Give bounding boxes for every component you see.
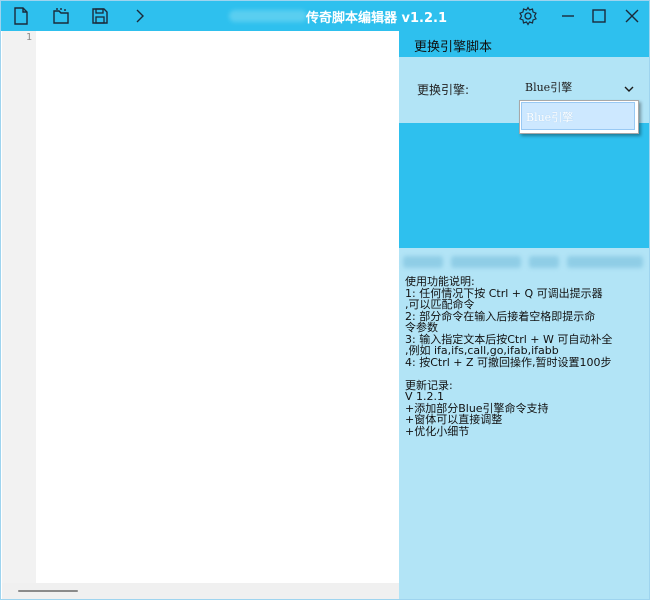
- info-line: 使用功能说明:: [405, 275, 475, 288]
- info-line: ,例如 ifa,ifs,call,go,ifab,ifabb: [405, 344, 559, 357]
- scrollbar-thumb[interactable]: [18, 590, 78, 592]
- engine-label: 更换引擎:: [417, 83, 470, 97]
- usage-instructions: 使用功能说明: 1: 任何情况下按 Ctrl + Q 可调出提示器 ,可以匹配命…: [405, 276, 645, 437]
- settings-gear-icon[interactable]: [515, 4, 541, 28]
- blurred-text: [403, 256, 443, 268]
- engine-option-label: Blue引擎: [526, 111, 574, 124]
- open-folder-icon[interactable]: [51, 6, 71, 26]
- panel-title: 更换引擎脚本: [414, 40, 493, 55]
- chevron-right-icon[interactable]: [130, 6, 150, 26]
- engine-select[interactable]: Blue引擎: [519, 75, 639, 97]
- title-bar: 传奇脚本编辑器 v1.2.1: [1, 1, 649, 31]
- panel-blue-band: [399, 123, 649, 248]
- line-number: 1: [25, 32, 32, 43]
- info-line: V 1.2.1: [405, 390, 445, 403]
- info-line: +窗体可以直接调整: [405, 413, 503, 426]
- app-title: 传奇脚本编辑器 v1.2.1: [306, 11, 448, 26]
- engine-dropdown-list: Blue引擎: [519, 100, 639, 134]
- info-line: +优化小细节: [405, 424, 470, 438]
- info-line: 2: 部分命令在输入后接着空格即提示命: [405, 309, 596, 323]
- info-line: 4: 按Ctrl + Z 可撤回操作,暂时设置100步: [405, 355, 612, 369]
- info-line: 令参数: [405, 321, 438, 334]
- engine-option[interactable]: Blue引擎: [521, 102, 635, 130]
- blurred-text: [529, 256, 559, 268]
- engine-select-value: Blue引擎: [525, 81, 573, 94]
- blurred-text: [451, 256, 521, 268]
- code-editor[interactable]: 1: [2, 31, 399, 583]
- horizontal-scrollbar[interactable]: [2, 583, 399, 599]
- close-icon[interactable]: [619, 4, 645, 28]
- panel-header: 更换引擎脚本: [399, 31, 649, 57]
- maximize-icon[interactable]: [586, 4, 612, 28]
- info-area: 使用功能说明: 1: 任何情况下按 Ctrl + Q 可调出提示器 ,可以匹配命…: [399, 248, 649, 599]
- line-number-gutter: 1: [2, 31, 36, 583]
- chevron-down-icon: [623, 80, 635, 92]
- blurred-title-prefix: [229, 10, 307, 22]
- minimize-icon[interactable]: [555, 4, 581, 28]
- new-file-icon[interactable]: [11, 6, 31, 26]
- save-icon[interactable]: [90, 6, 110, 26]
- side-panel: 更换引擎脚本 更换引擎: Blue引擎 使用功能说明: 1: 任何情况下按 Ct…: [399, 31, 649, 599]
- app-window: 传奇脚本编辑器 v1.2.1 1 更换引擎脚本 更换引擎: Blue引擎 使用功…: [0, 0, 650, 600]
- blurred-text: [567, 256, 643, 268]
- info-line: ,可以匹配命令: [405, 298, 475, 311]
